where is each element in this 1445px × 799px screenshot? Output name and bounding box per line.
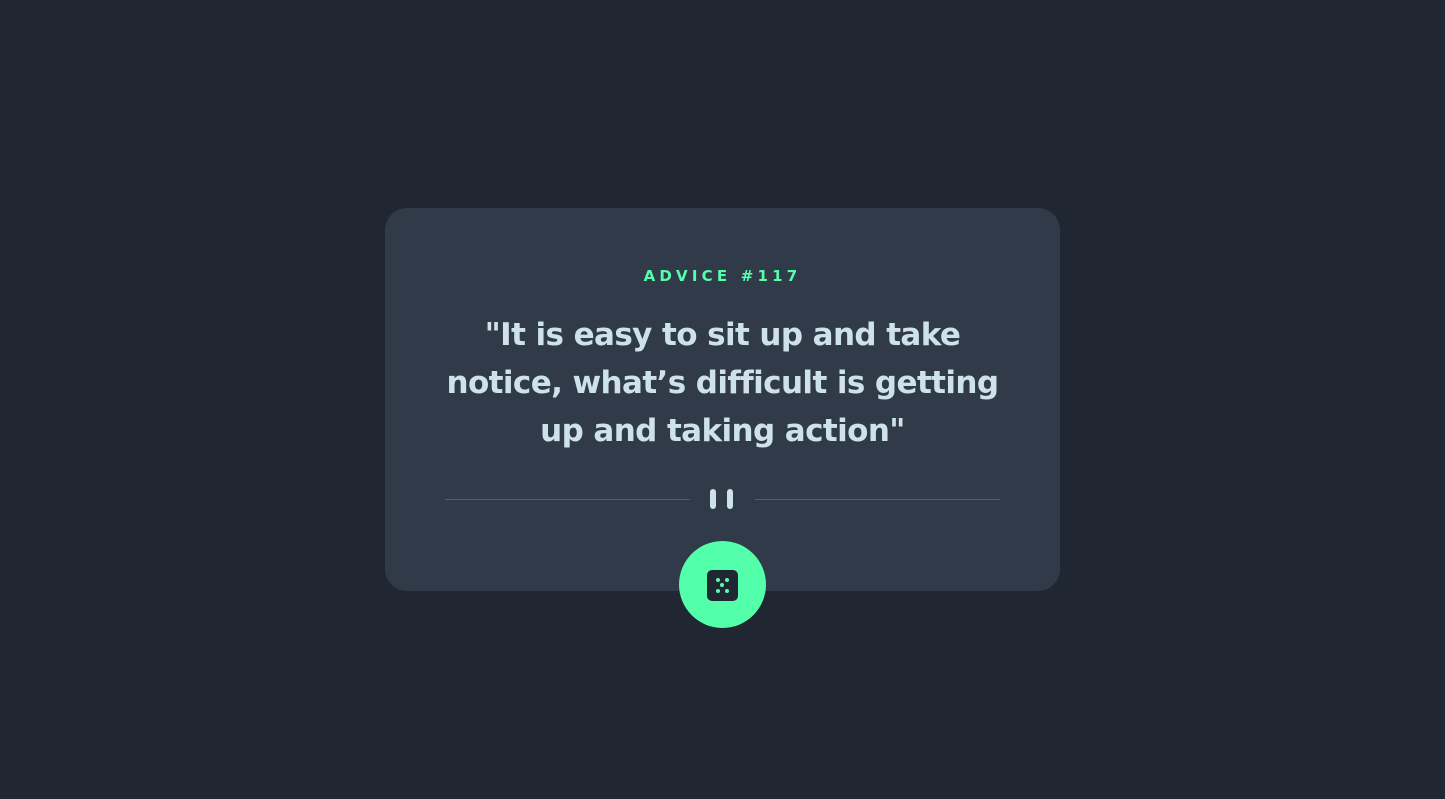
dice-dot: [720, 583, 724, 587]
advice-id-label: ADVICE #117: [643, 267, 802, 285]
dice-dot: [716, 589, 720, 593]
divider-line-left: [445, 499, 690, 500]
dice-dot: [725, 589, 729, 593]
dice-dot: [725, 578, 729, 582]
pause-bar: [710, 489, 716, 509]
dice-icon: [707, 570, 738, 601]
divider-line-right: [755, 499, 1000, 500]
advice-card: ADVICE #117 "It is easy to sit up and ta…: [385, 208, 1060, 591]
pause-bar: [727, 489, 733, 509]
advice-quote: "It is easy to sit up and take notice, w…: [446, 317, 1000, 449]
generate-advice-button[interactable]: [679, 541, 766, 628]
quote-divider: [445, 488, 1000, 510]
dice-dot: [716, 578, 720, 582]
pause-icon: [710, 489, 736, 509]
